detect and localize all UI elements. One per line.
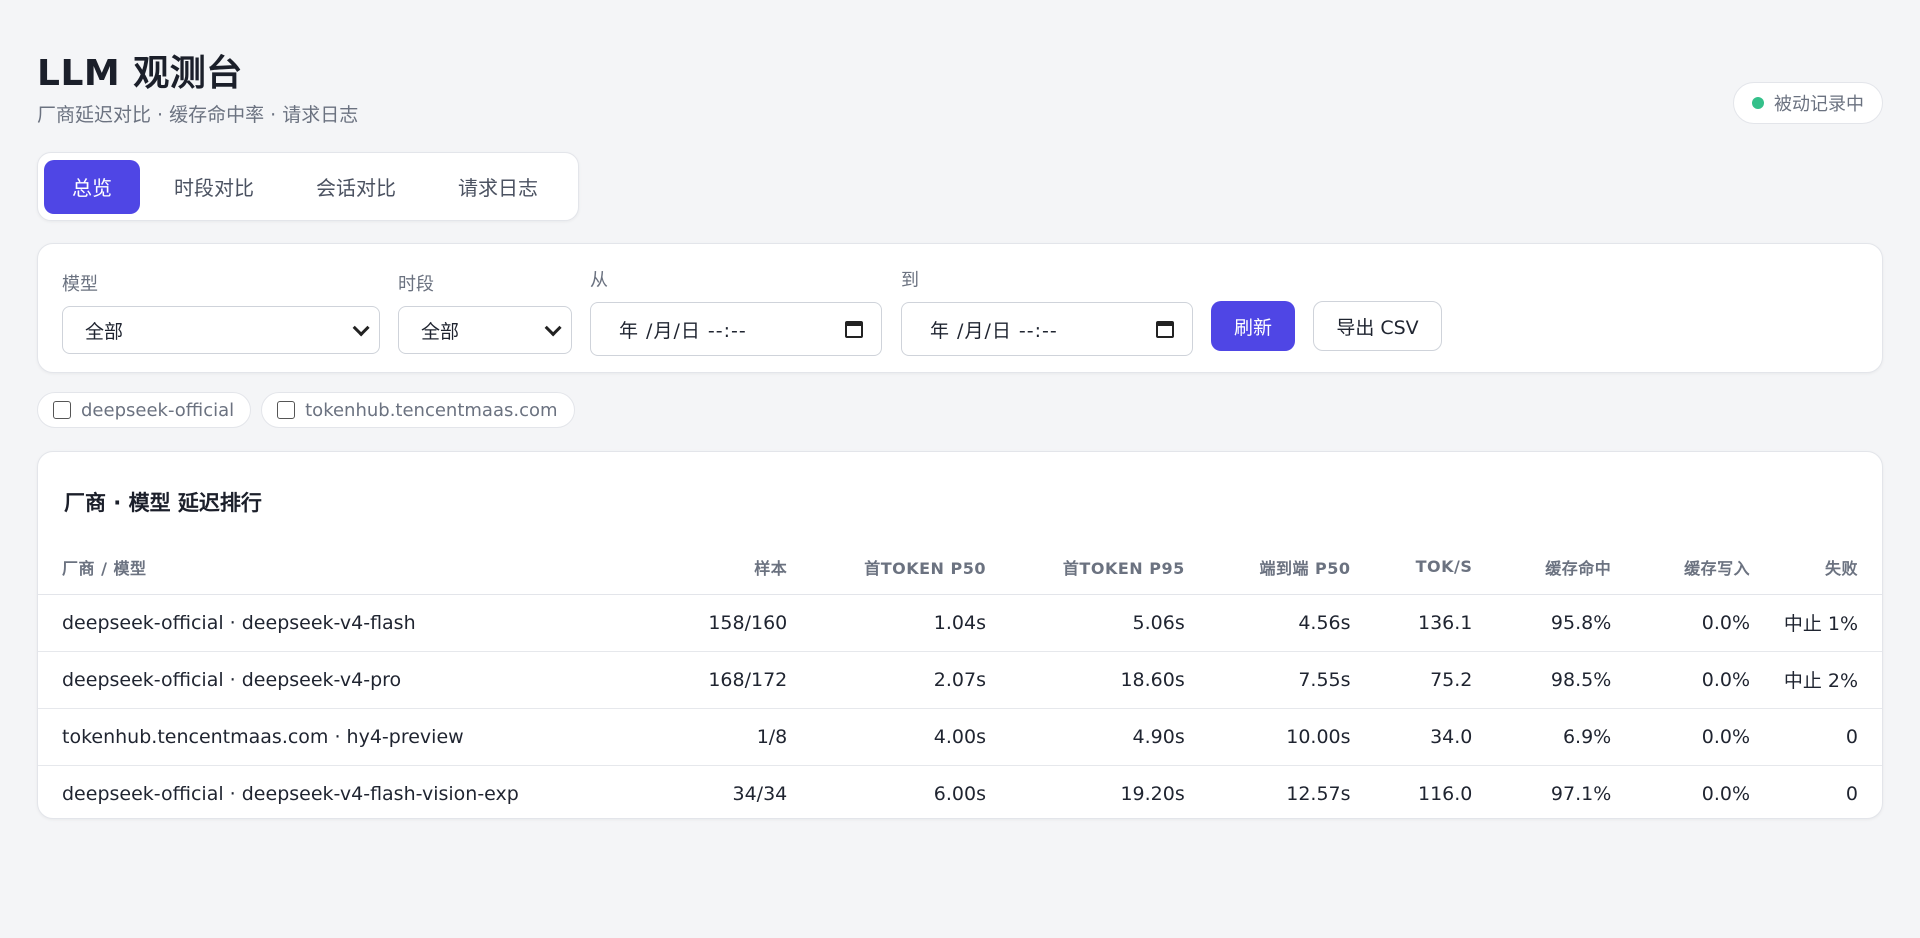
from-datetime-input[interactable]: 年 /月/日 --:--	[590, 302, 882, 356]
table-cell: deepseek-official · deepseek-v4-flash	[38, 594, 598, 652]
chevron-down-icon	[352, 319, 370, 337]
tab-overview[interactable]: 总览	[44, 159, 140, 214]
tab-period-compare[interactable]: 时段对比	[146, 160, 282, 214]
table-cell: 0.0%	[1611, 651, 1751, 709]
table-cell: 0.0%	[1611, 594, 1751, 652]
table-cell: 168/172	[597, 651, 788, 709]
table-cell: 98.5%	[1472, 651, 1612, 709]
provider-chip-label: tokenhub.tencentmaas.com	[305, 399, 558, 421]
tab-session-compare[interactable]: 会话对比	[288, 160, 424, 214]
tab-request-log[interactable]: 请求日志	[430, 160, 566, 214]
table-cell: 7.55s	[1184, 651, 1351, 709]
column-header[interactable]: 样本	[597, 540, 788, 595]
period-select-value: 全部	[421, 320, 460, 343]
column-header[interactable]: 厂商 / 模型	[38, 540, 598, 595]
refresh-button[interactable]: 刷新	[1211, 301, 1295, 351]
table-cell: 97.1%	[1550, 782, 1612, 805]
status-dot-icon	[1752, 97, 1764, 109]
column-header[interactable]: 失败	[1750, 540, 1882, 595]
table-cell: 0	[1750, 708, 1882, 766]
table-cell: 19.20s	[1120, 782, 1185, 805]
from-datetime-value: 年 /月/日 --:--	[619, 319, 747, 342]
recording-status-badge: 被动记录中	[1733, 82, 1883, 124]
checkbox[interactable]	[277, 401, 296, 419]
header: LLM 观测台 厂商延迟对比 · 缓存命中率 · 请求日志 被动记录中	[37, 0, 1883, 150]
table-cell: 34/34	[732, 782, 788, 805]
to-filter: 到 年 /月/日 --:--	[901, 266, 1193, 356]
table-row[interactable]: deepseek-official · deepseek-v4-flash-vi…	[38, 765, 1882, 818]
period-filter-label: 时段	[398, 274, 434, 295]
table-cell: 1/8	[597, 708, 788, 766]
model-select-value: 全部	[85, 320, 124, 343]
column-header[interactable]: 缓存写入	[1611, 540, 1751, 595]
table-cell: 4.00s	[787, 708, 986, 766]
provider-filter-chips: deepseek-official tokenhub.tencentmaas.c…	[37, 392, 575, 428]
table-cell: 0	[1845, 782, 1858, 805]
table-header-row: 厂商 / 模型 样本 首TOKEN P50 首TOKEN P95 端到端 P50…	[38, 540, 1882, 595]
column-header[interactable]: 首TOKEN P50	[787, 540, 986, 595]
table-cell: 6.00s	[933, 782, 986, 805]
column-header[interactable]: 首TOKEN P95	[986, 540, 1185, 595]
table-row[interactable]: deepseek-official · deepseek-v4-flash 15…	[38, 594, 1882, 652]
table-cell: 0.0%	[1701, 782, 1751, 805]
table-cell: 75.2	[1350, 651, 1473, 709]
column-header[interactable]: TOK/S	[1350, 540, 1473, 595]
calendar-icon[interactable]	[1156, 320, 1174, 338]
table-cell: 34.0	[1350, 708, 1473, 766]
table-cell: 4.56s	[1184, 594, 1351, 652]
from-filter: 从 年 /月/日 --:--	[590, 266, 882, 356]
column-header[interactable]: 缓存命中	[1472, 540, 1612, 595]
tab-bar: 总览 时段对比 会话对比 请求日志	[37, 152, 579, 221]
table-cell: 158/160	[597, 594, 788, 652]
table-row[interactable]: tokenhub.tencentmaas.com · hy4-preview 1…	[38, 708, 1882, 766]
table-cell: 6.9%	[1472, 708, 1612, 766]
status-label: 被动记录中	[1774, 94, 1864, 115]
page-subtitle: 厂商延迟对比 · 缓存命中率 · 请求日志	[37, 104, 359, 126]
period-select[interactable]: 全部	[398, 306, 572, 354]
table-cell: 5.06s	[986, 594, 1185, 652]
latency-table: 厂商 / 模型 样本 首TOKEN P50 首TOKEN P95 端到端 P50…	[38, 540, 1882, 818]
from-filter-label: 从	[590, 270, 608, 291]
table-cell: 1.04s	[787, 594, 986, 652]
period-filter: 时段 全部	[398, 270, 572, 354]
page-title: LLM 观测台	[37, 53, 243, 94]
table-cell: deepseek-official · deepseek-v4-flash-vi…	[62, 782, 519, 805]
table-cell: tokenhub.tencentmaas.com · hy4-preview	[38, 708, 598, 766]
column-header[interactable]: 端到端 P50	[1184, 540, 1351, 595]
checkbox[interactable]	[53, 401, 71, 419]
provider-chip-deepseek-official[interactable]: deepseek-official	[37, 392, 252, 428]
table-cell: deepseek-official · deepseek-v4-pro	[38, 651, 598, 709]
to-datetime-value: 年 /月/日 --:--	[930, 319, 1058, 342]
model-filter: 模型 全部	[62, 270, 380, 354]
table-row[interactable]: deepseek-official · deepseek-v4-pro 168/…	[38, 651, 1882, 709]
model-filter-label: 模型	[62, 274, 98, 295]
table-cell: 4.90s	[986, 708, 1185, 766]
table-cell: 中止 1%	[1750, 594, 1882, 652]
latency-ranking-card: 厂商 · 模型 延迟排行 厂商 / 模型 样本 首TOKEN P50 首TOKE…	[37, 451, 1883, 819]
table-cell: 12.57s	[1286, 782, 1351, 805]
to-filter-label: 到	[901, 270, 919, 291]
table-cell: 95.8%	[1472, 594, 1612, 652]
card-title: 厂商 · 模型 延迟排行	[64, 491, 262, 515]
table-cell: 116.0	[1418, 782, 1473, 805]
export-csv-button[interactable]: 导出 CSV	[1313, 301, 1442, 351]
chevron-down-icon	[544, 319, 562, 337]
provider-chip-label: deepseek-official	[81, 399, 235, 421]
provider-chip-tokenhub[interactable]: tokenhub.tencentmaas.com	[261, 392, 575, 428]
table-cell: 10.00s	[1184, 708, 1351, 766]
table-cell: 0.0%	[1611, 708, 1751, 766]
to-datetime-input[interactable]: 年 /月/日 --:--	[901, 302, 1193, 356]
calendar-icon[interactable]	[845, 320, 863, 338]
filter-panel: 模型 全部 时段 全部 从 年 /月/日 --:-- 到 年 /月/日 --:-…	[37, 243, 1883, 373]
table-cell: 18.60s	[986, 651, 1185, 709]
model-select[interactable]: 全部	[62, 306, 380, 354]
table-cell: 2.07s	[787, 651, 986, 709]
table-cell: 中止 2%	[1750, 651, 1882, 709]
table-cell: 136.1	[1350, 594, 1473, 652]
